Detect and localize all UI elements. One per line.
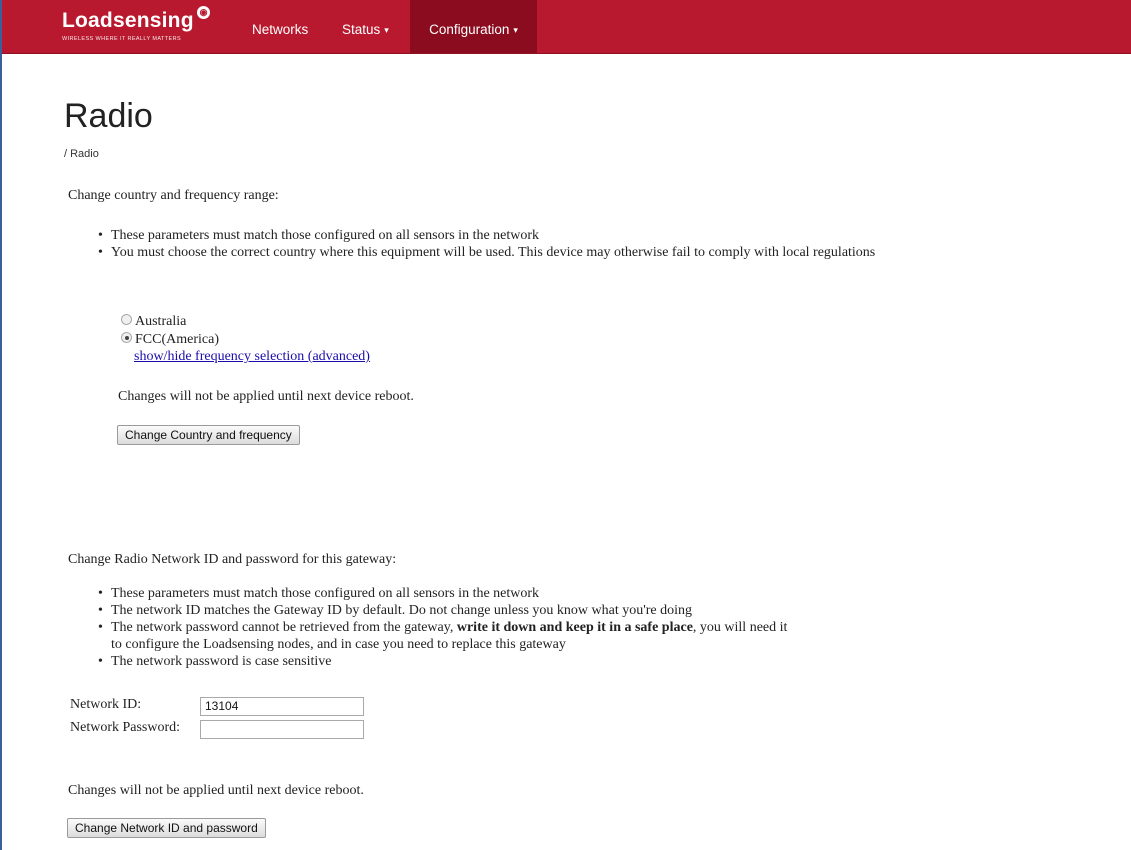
- window-frame-edge: [0, 0, 2, 850]
- top-navbar: Loadsensing ◉ WIRELESS WHERE IT REALLY M…: [2, 0, 1131, 54]
- radio-australia[interactable]: Australia: [121, 313, 186, 330]
- bullet3-bold: write it down and keep it in a safe plac…: [456, 620, 693, 635]
- network-reboot-note: Changes will not be applied until next d…: [68, 783, 364, 798]
- nav-configuration-label: Configuration: [429, 22, 510, 37]
- nav-networks-label: Networks: [252, 22, 309, 37]
- radio-label-fcc: FCC(America): [135, 332, 219, 347]
- change-country-button[interactable]: Change Country and frequency: [117, 425, 300, 445]
- nav-configuration-dropdown[interactable]: Configuration ▾: [410, 0, 537, 53]
- brand-signal-icon: ◉: [197, 6, 210, 19]
- advanced-frequency-toggle-link[interactable]: show/hide frequency selection (advanced): [134, 349, 370, 365]
- page-title: Radio: [64, 97, 153, 135]
- brand-logo[interactable]: Loadsensing ◉ WIRELESS WHERE IT REALLY M…: [62, 6, 210, 42]
- brand-tagline: WIRELESS WHERE IT REALLY MATTERS: [62, 36, 182, 42]
- network-section-heading: Change Radio Network ID and password for…: [68, 552, 397, 567]
- list-item: These parameters must match those config…: [93, 227, 875, 244]
- list-item: The network ID matches the Gateway ID by…: [93, 602, 793, 619]
- chevron-down-icon: ▾: [513, 25, 518, 35]
- list-item: The network password cannot be retrieved…: [93, 619, 793, 653]
- country-section-heading: Change country and frequency range:: [68, 188, 279, 203]
- country-reboot-note: Changes will not be applied until next d…: [118, 389, 414, 404]
- radio-label-australia: Australia: [135, 314, 187, 329]
- brand-name: Loadsensing: [62, 9, 194, 32]
- breadcrumb: / Radio: [64, 148, 99, 160]
- list-item: You must choose the correct country wher…: [93, 244, 875, 261]
- list-item: The network password is case sensitive: [93, 653, 793, 670]
- list-item: These parameters must match those config…: [93, 585, 793, 602]
- country-bullet-list: These parameters must match those config…: [93, 227, 875, 261]
- nav-networks[interactable]: Networks: [252, 0, 308, 53]
- nav-status-dropdown[interactable]: Status ▾: [342, 0, 389, 53]
- radio-button-checked[interactable]: [121, 332, 132, 343]
- radio-button[interactable]: [121, 314, 132, 325]
- network-password-field[interactable]: [200, 720, 364, 739]
- bullet3-text-a: The network password cannot be retrieved…: [111, 620, 457, 635]
- change-network-button[interactable]: Change Network ID and password: [67, 818, 266, 838]
- network-id-label: Network ID:: [70, 697, 142, 712]
- network-password-label: Network Password:: [70, 720, 181, 735]
- network-bullet-list: These parameters must match those config…: [93, 585, 793, 670]
- chevron-down-icon: ▾: [384, 25, 389, 35]
- nav-status-label: Status: [342, 22, 381, 37]
- radio-fcc-america[interactable]: FCC(America): [121, 331, 219, 348]
- network-id-field[interactable]: [200, 697, 364, 716]
